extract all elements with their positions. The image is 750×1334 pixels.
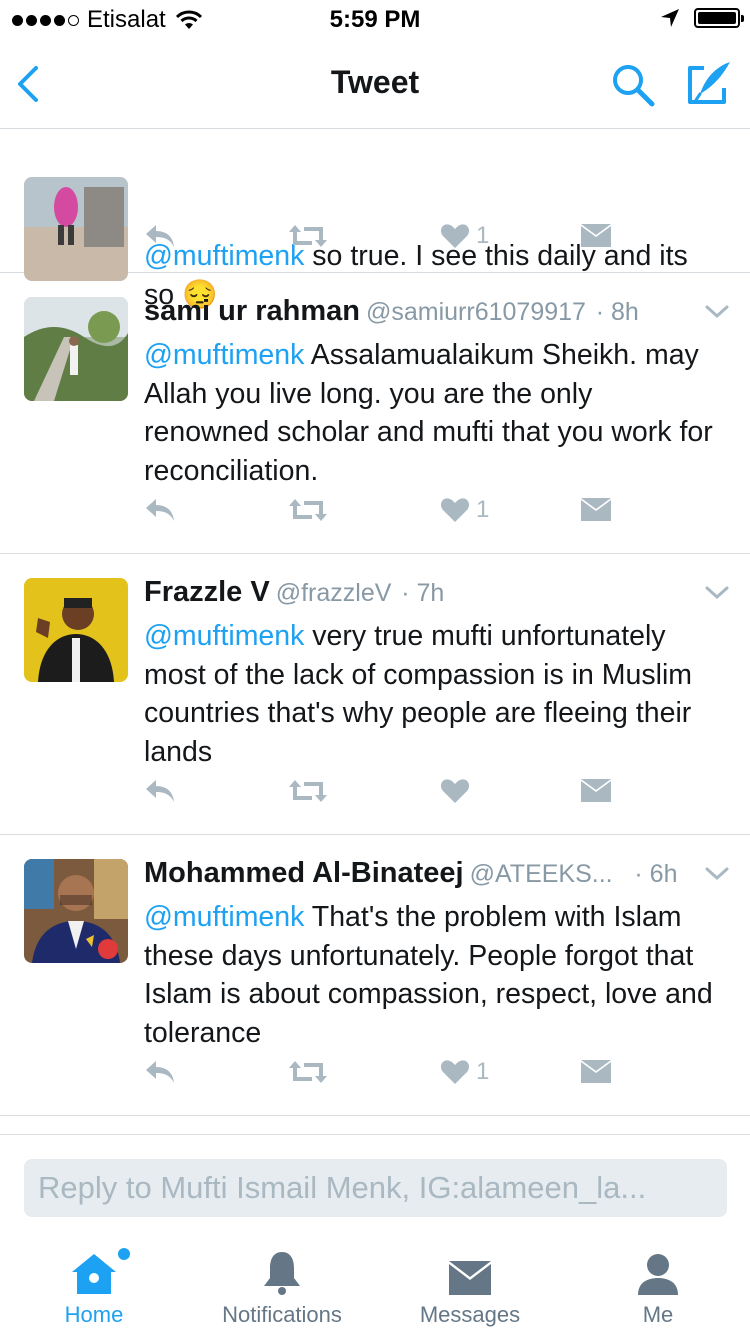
- tweet-header: Mohammed Al-Binateej @ATEEKS... · 6h: [144, 857, 704, 890]
- mention-link[interactable]: @muftimenk: [144, 620, 304, 652]
- envelope-icon: [581, 1060, 611, 1083]
- reply-input[interactable]: Reply to Mufti Ismail Menk, IG:alameen_l…: [24, 1159, 727, 1217]
- reply-icon: [146, 499, 174, 521]
- location-arrow-icon: [661, 9, 679, 27]
- status-time: 5:59 PM: [329, 6, 421, 33]
- reply-feed[interactable]: @muftimenk so true. I see this daily and…: [0, 129, 750, 1135]
- tweet-header: Frazzle V @frazzleV · 7h: [144, 576, 704, 609]
- envelope-icon: [581, 779, 611, 802]
- battery-icon: [694, 8, 744, 28]
- retweet-button[interactable]: [288, 771, 328, 811]
- like-count: 1: [476, 496, 490, 523]
- avatar[interactable]: [24, 177, 128, 281]
- timestamp: · 8h: [595, 298, 639, 326]
- avatar[interactable]: [24, 578, 128, 682]
- like-button[interactable]: 1: [440, 1052, 489, 1092]
- tab-me[interactable]: Me: [568, 1246, 748, 1328]
- chevron-down-icon[interactable]: [704, 865, 730, 883]
- heart-icon: [440, 1060, 470, 1084]
- username[interactable]: @frazzleV: [276, 579, 392, 607]
- reply-composer: Reply to Mufti Ismail Menk, IG:alameen_l…: [0, 1134, 750, 1235]
- timestamp: · 7h: [401, 579, 445, 607]
- tweet-actions: 1: [144, 490, 624, 530]
- retweet-icon: [289, 1061, 327, 1083]
- reply-icon: [146, 1061, 174, 1083]
- tab-notifications[interactable]: Notifications: [192, 1246, 372, 1328]
- like-count: 1: [476, 222, 490, 249]
- tweet-row[interactable]: sami ur rahman @samiurr61079917 · 8h @muf…: [0, 273, 750, 554]
- retweet-icon: [289, 499, 327, 521]
- navigation-bar: Tweet: [0, 40, 750, 129]
- like-button[interactable]: 1: [440, 490, 489, 530]
- display-name[interactable]: Frazzle V: [144, 576, 270, 608]
- tweet-text: @muftimenk very true mufti unfortunately…: [144, 620, 693, 768]
- tweet-header: sami ur rahman @samiurr61079917 · 8h: [144, 295, 704, 328]
- chevron-down-icon[interactable]: [704, 303, 730, 321]
- person-icon: [638, 1254, 678, 1295]
- retweet-button[interactable]: [288, 1052, 328, 1092]
- like-button[interactable]: [440, 771, 476, 811]
- timestamp: · 6h: [634, 860, 678, 888]
- reply-button[interactable]: [144, 771, 176, 811]
- retweet-button[interactable]: [288, 216, 328, 256]
- compose-tweet-icon[interactable]: [684, 60, 732, 108]
- envelope-icon: [581, 224, 611, 247]
- like-button[interactable]: 1: [440, 216, 489, 256]
- envelope-icon: [581, 498, 611, 521]
- display-name[interactable]: sami ur rahman: [144, 295, 360, 327]
- status-bar: Etisalat 5:59 PM: [0, 0, 750, 40]
- heart-icon: [440, 498, 470, 522]
- tweet-actions: 1: [144, 1052, 624, 1092]
- username[interactable]: @samiurr61079917: [366, 298, 586, 326]
- home-icon: [72, 1254, 116, 1294]
- display-name[interactable]: Mohammed Al-Binateej: [144, 857, 464, 889]
- reply-button[interactable]: [144, 216, 176, 256]
- retweet-icon: [289, 780, 327, 802]
- avatar[interactable]: [24, 859, 128, 963]
- tweet-text: @muftimenk Assalamualaikum Sheikh. may A…: [144, 339, 713, 487]
- tab-messages[interactable]: Messages: [380, 1246, 560, 1328]
- mention-link[interactable]: @muftimenk: [144, 901, 304, 933]
- username[interactable]: @ATEEKS...: [470, 860, 613, 888]
- reply-icon: [146, 780, 174, 802]
- reply-icon: [146, 225, 174, 247]
- reply-button[interactable]: [144, 1052, 176, 1092]
- heart-icon: [440, 779, 470, 803]
- retweet-icon: [289, 225, 327, 247]
- direct-message-button[interactable]: [580, 771, 612, 811]
- tab-home[interactable]: Home: [4, 1246, 184, 1328]
- envelope-icon: [449, 1261, 491, 1295]
- mention-link[interactable]: @muftimenk: [144, 339, 304, 371]
- retweet-button[interactable]: [288, 490, 328, 530]
- tweet-actions: [144, 771, 624, 811]
- like-count: 1: [476, 1058, 490, 1085]
- tweet-actions: 1: [144, 216, 624, 256]
- tab-bar: Home Notifications Messages Me: [0, 1234, 750, 1334]
- tweet-text: @muftimenk That's the problem with Islam…: [144, 901, 713, 1049]
- heart-icon: [440, 224, 470, 248]
- new-content-dot: [118, 1248, 130, 1260]
- avatar[interactable]: [24, 297, 128, 401]
- status-right: [660, 8, 744, 28]
- tweet-row[interactable]: Frazzle V @frazzleV · 7h @muftimenk very …: [0, 554, 750, 835]
- bell-icon: [264, 1252, 300, 1295]
- chevron-down-icon[interactable]: [704, 584, 730, 602]
- search-icon[interactable]: [610, 62, 656, 108]
- direct-message-button[interactable]: [580, 216, 612, 256]
- direct-message-button[interactable]: [580, 1052, 612, 1092]
- tweet-row[interactable]: Mohammed Al-Binateej @ATEEKS... · 6h @muf…: [0, 835, 750, 1116]
- direct-message-button[interactable]: [580, 490, 612, 530]
- reply-button[interactable]: [144, 490, 176, 530]
